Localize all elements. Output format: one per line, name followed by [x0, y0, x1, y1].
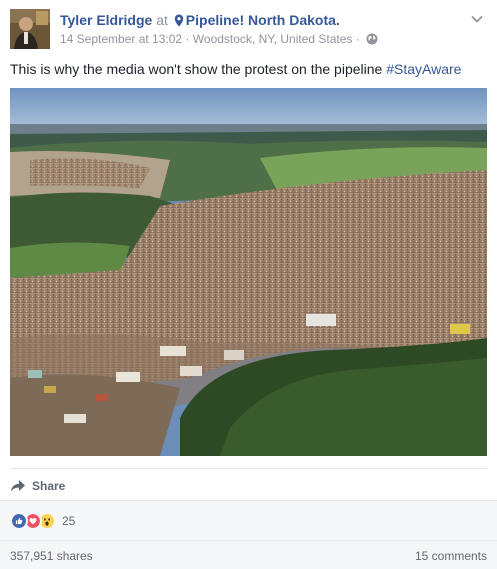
share-label: Share — [32, 479, 66, 493]
like-icon — [10, 512, 28, 530]
avatar[interactable] — [10, 9, 50, 49]
share-button[interactable]: Share — [10, 476, 65, 496]
post-meta: 14 September at 13:02 · Woodstock, NY, U… — [60, 32, 378, 47]
location-link[interactable]: Pipeline! North Dakota. — [186, 12, 340, 28]
map-pin-icon — [174, 14, 183, 27]
author-name[interactable]: Tyler Eldridge — [60, 12, 152, 28]
author-line: Tyler Eldridge at Pipeline! North Dakota… — [60, 11, 340, 29]
post-header: Tyler Eldridge at Pipeline! North Dakota… — [10, 9, 487, 49]
meta-separator: · — [355, 32, 360, 46]
post-body: This is why the media won't show the pro… — [10, 61, 383, 77]
meta-separator: · — [185, 32, 190, 46]
reaction-summary[interactable]: 25 — [10, 512, 75, 530]
post-photo[interactable] — [10, 88, 487, 456]
chevron-down-icon[interactable] — [469, 11, 485, 27]
post-place[interactable]: Woodstock, NY, United States — [193, 32, 353, 46]
post-text: This is why the media won't show the pro… — [10, 60, 461, 78]
facebook-post: Tyler Eldridge at Pipeline! North Dakota… — [0, 0, 497, 569]
globe-icon[interactable] — [366, 33, 378, 45]
shares-count[interactable]: 357,951 shares — [10, 549, 93, 563]
post-timestamp[interactable]: 14 September at 13:02 — [60, 32, 182, 46]
comments-count[interactable]: 15 comments — [415, 549, 487, 563]
reaction-count: 25 — [62, 514, 76, 528]
at-label: at — [156, 12, 168, 28]
share-arrow-icon — [11, 480, 25, 492]
hashtag-link[interactable]: #StayAware — [386, 61, 461, 77]
reactions-bar: 25 — [0, 500, 497, 540]
post-stats: 357,951 shares 15 comments — [0, 540, 497, 569]
divider — [10, 468, 487, 469]
